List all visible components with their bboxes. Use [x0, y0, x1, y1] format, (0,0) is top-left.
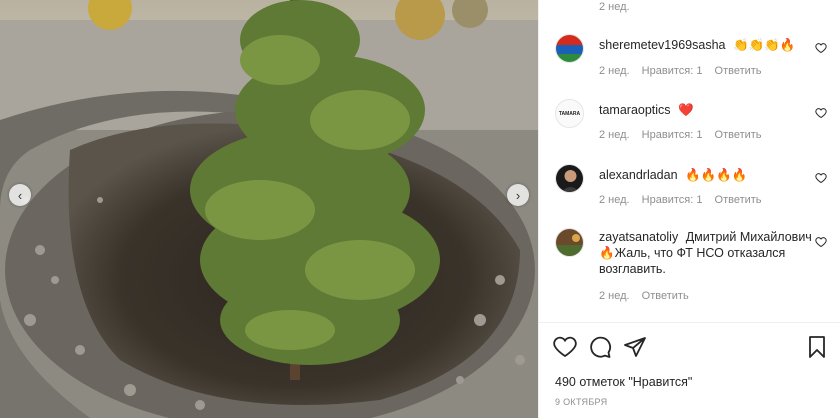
comment-time: 2 нед.	[599, 1, 630, 13]
post-date: 9 ОКТЯБРЯ	[555, 397, 608, 407]
flag-avatar-icon	[556, 35, 583, 62]
likes-count[interactable]: 490 отметок "Нравится"	[555, 375, 692, 389]
reply-button[interactable]: Ответить	[715, 194, 762, 206]
avatar-logo-text: TAMARA	[558, 110, 581, 117]
comment-likes[interactable]: Нравится: 1	[642, 129, 703, 141]
comment-text: ❤️	[678, 103, 694, 117]
comment-like-icon[interactable]	[815, 107, 827, 119]
reply-button[interactable]: Ответить	[715, 65, 762, 77]
comment-like-icon[interactable]	[815, 42, 827, 54]
comment-time: 2 нед.	[599, 65, 630, 77]
comment-username[interactable]: alexandrladan	[599, 168, 678, 182]
comment-likes[interactable]: Нравится: 1	[642, 65, 703, 77]
avatar[interactable]	[555, 34, 584, 63]
comment-text: 👏👏👏🔥	[732, 38, 796, 52]
avatar[interactable]: TAMARA	[555, 99, 584, 128]
post-viewer: ‹ › 2 нед. sheremetev1969sasha 👏👏👏🔥 2 не…	[0, 0, 840, 418]
bookmark-icon[interactable]	[805, 335, 829, 359]
comment-time: 2 нед.	[599, 290, 630, 302]
comment-like-icon[interactable]	[815, 236, 827, 248]
reply-button[interactable]: Ответить	[642, 290, 689, 302]
comment-username[interactable]: tamaraoptics	[599, 103, 671, 117]
comment-time: 2 нед.	[599, 194, 630, 206]
heart-icon[interactable]	[553, 335, 577, 359]
comment-text: 🔥🔥🔥🔥	[685, 168, 748, 182]
post-actions: 490 отметок "Нравится" 9 ОКТЯБРЯ	[539, 322, 840, 418]
paper-plane-icon[interactable]	[623, 335, 647, 359]
comment-icon[interactable]	[588, 335, 612, 359]
landscape-avatar-icon	[556, 229, 583, 256]
person-avatar-icon	[556, 165, 583, 192]
chevron-left-icon[interactable]: ‹	[9, 184, 31, 206]
avatar[interactable]	[555, 164, 584, 193]
chevron-right-icon[interactable]: ›	[507, 184, 529, 206]
comments-list: 2 нед. sheremetev1969sasha 👏👏👏🔥 2 нед. Н…	[539, 0, 840, 322]
reply-button[interactable]: Ответить	[715, 129, 762, 141]
comment-time: 2 нед.	[599, 129, 630, 141]
post-photo[interactable]: ‹ ›	[0, 0, 538, 418]
post-sidebar: 2 нед. sheremetev1969sasha 👏👏👏🔥 2 нед. Н…	[538, 0, 840, 418]
comment-username[interactable]: zayatsanatoliy	[599, 230, 678, 244]
comment-username[interactable]: sheremetev1969sasha	[599, 38, 725, 52]
avatar[interactable]	[555, 228, 584, 257]
pine-tree-image	[0, 0, 538, 418]
comment-likes[interactable]: Нравится: 1	[642, 194, 703, 206]
comment-like-icon[interactable]	[815, 172, 827, 184]
